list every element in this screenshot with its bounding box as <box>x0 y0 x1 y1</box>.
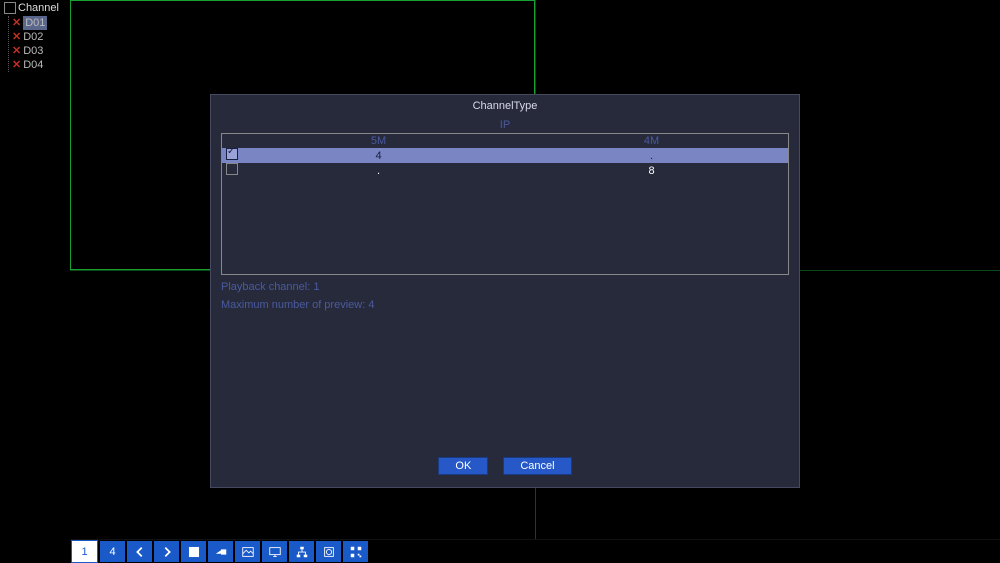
offline-icon: ✕ <box>12 44 21 58</box>
playback-channel-info: Playback channel: 1 <box>221 281 789 293</box>
qr-button[interactable] <box>343 541 368 562</box>
column-5m: 5M <box>242 134 515 148</box>
channel-type-table: 5M 4M 4 . . 8 <box>221 133 789 275</box>
bottom-toolbar: 1 4 <box>70 539 1000 563</box>
cell-value: . <box>515 150 788 162</box>
channel-item-d03[interactable]: ✕ D03 <box>0 44 70 58</box>
view-single-button[interactable]: 1 <box>71 540 98 563</box>
channel-label: D04 <box>23 58 43 72</box>
max-preview-info: Maximum number of preview: 4 <box>221 299 789 311</box>
cell-value: 8 <box>515 165 788 177</box>
camera-icon <box>214 545 228 559</box>
ptz-button[interactable] <box>208 541 233 562</box>
next-button[interactable] <box>154 541 179 562</box>
channel-label: D01 <box>23 16 47 30</box>
picture-icon <box>241 545 255 559</box>
table-row[interactable]: . 8 <box>222 163 788 178</box>
prev-button[interactable] <box>127 541 152 562</box>
column-4m: 4M <box>515 134 788 148</box>
network-button[interactable] <box>289 541 314 562</box>
channel-label: D02 <box>23 30 43 44</box>
channel-item-d04[interactable]: ✕ D04 <box>0 58 70 72</box>
cancel-button[interactable]: Cancel <box>503 457 571 475</box>
disk-button[interactable] <box>316 541 341 562</box>
monitor-icon <box>268 545 282 559</box>
view-quad-button[interactable]: 4 <box>100 541 125 562</box>
channel-tree-root[interactable]: Channel <box>0 0 70 16</box>
qr-icon <box>349 545 363 559</box>
channel-item-d01[interactable]: ✕ D01 <box>0 16 70 30</box>
channel-sidebar: Channel ✕ D01 ✕ D02 ✕ D03 ✕ D04 <box>0 0 71 540</box>
view-4-label: 4 <box>109 546 115 558</box>
ip-header: IP <box>221 117 789 133</box>
cell-value: 4 <box>242 150 515 162</box>
offline-icon: ✕ <box>12 58 21 72</box>
tree-root-label: Channel <box>18 2 59 14</box>
image-button[interactable] <box>235 541 260 562</box>
arrow-right-icon <box>160 545 174 559</box>
row-checkbox[interactable] <box>226 163 238 175</box>
channel-type-dialog: ChannelType IP 5M 4M 4 . . 8 Playback ch… <box>210 94 800 488</box>
view-1-label: 1 <box>81 546 87 558</box>
dialog-title: ChannelType <box>211 95 799 117</box>
square-icon <box>187 545 201 559</box>
network-icon <box>295 545 309 559</box>
channel-item-d02[interactable]: ✕ D02 <box>0 30 70 44</box>
offline-icon: ✕ <box>12 30 21 44</box>
cell-value: . <box>242 165 515 177</box>
ok-button[interactable]: OK <box>438 457 488 475</box>
channel-label: D03 <box>23 44 43 58</box>
tree-expand-icon <box>4 2 16 14</box>
row-checkbox[interactable] <box>226 148 238 160</box>
fullscreen-button[interactable] <box>181 541 206 562</box>
hdd-icon <box>322 545 336 559</box>
table-row[interactable]: 4 . <box>222 148 788 163</box>
offline-icon: ✕ <box>12 16 21 30</box>
table-header: 5M 4M <box>222 134 788 148</box>
monitor-button[interactable] <box>262 541 287 562</box>
arrow-left-icon <box>133 545 147 559</box>
